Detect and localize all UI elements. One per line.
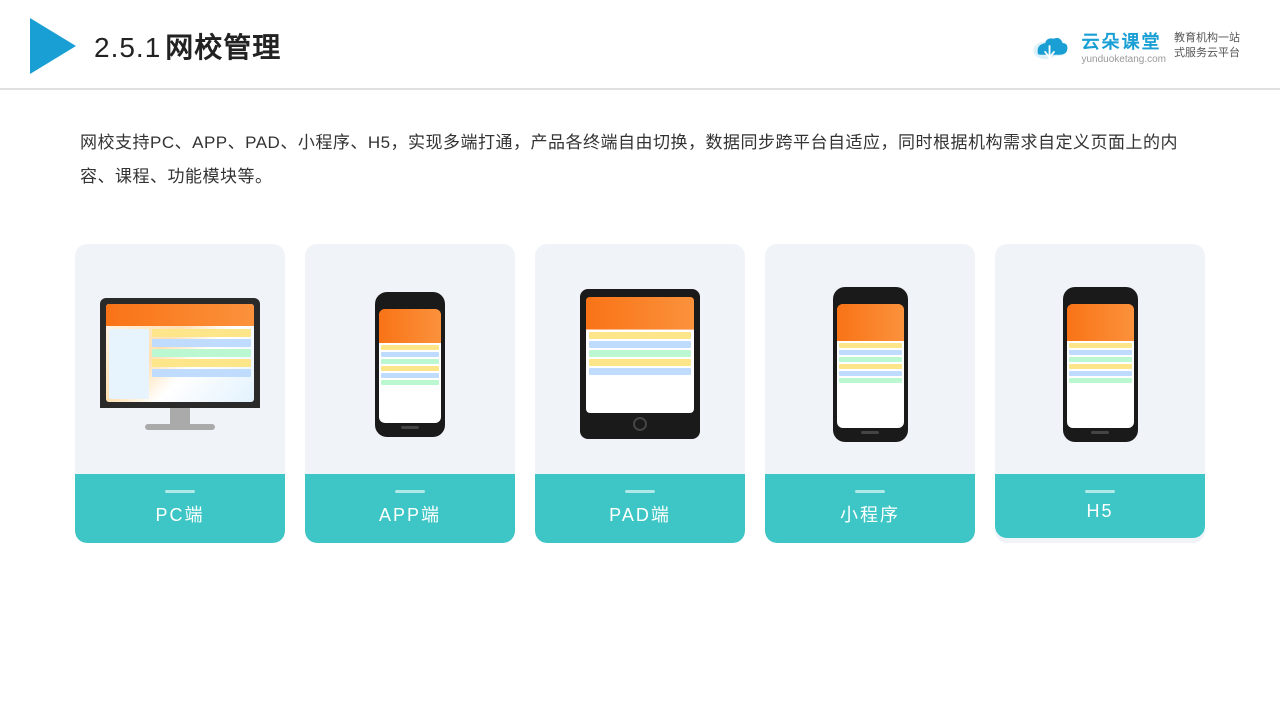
pad-tablet-icon — [580, 289, 700, 439]
pc-label: PC端 — [75, 474, 285, 543]
cloud-icon — [1029, 30, 1073, 62]
h5-phone-icon — [1063, 287, 1138, 442]
pc-image-area — [75, 264, 285, 464]
page-title: 2.5.1网校管理 — [94, 26, 281, 66]
title-text: 网校管理 — [165, 32, 281, 63]
description-text: 网校支持PC、APP、PAD、小程序、H5，实现多端打通，产品各终端自由切换，数… — [0, 90, 1280, 214]
description-paragraph: 网校支持PC、APP、PAD、小程序、H5，实现多端打通，产品各终端自由切换，数… — [80, 126, 1200, 194]
logo-triangle-icon — [30, 18, 76, 74]
header-left: 2.5.1网校管理 — [30, 18, 281, 74]
device-cards-container: PC端 APP端 — [0, 224, 1280, 573]
pad-card: PAD端 — [535, 244, 745, 543]
pad-image-area — [535, 264, 745, 464]
section-number: 2.5.1 — [94, 32, 161, 63]
pc-monitor-icon — [100, 298, 260, 430]
pc-card: PC端 — [75, 244, 285, 543]
h5-label: H5 — [995, 474, 1205, 538]
h5-card: H5 — [995, 244, 1205, 543]
miniapp-label: 小程序 — [765, 474, 975, 543]
brand-url: yunduoketang.com — [1081, 54, 1166, 65]
app-phone-icon — [375, 292, 445, 437]
brand-logo-area: 云朵课堂 yunduoketang.com 教育机构一站 式服务云平台 — [1029, 28, 1240, 65]
brand-name: 云朵课堂 — [1081, 28, 1166, 54]
h5-image-area — [995, 264, 1205, 464]
header: 2.5.1网校管理 云朵课堂 yunduoketang.com 教育机构一站 式… — [0, 0, 1280, 90]
miniapp-image-area — [765, 264, 975, 464]
miniapp-phone-icon — [833, 287, 908, 442]
miniapp-card: 小程序 — [765, 244, 975, 543]
app-image-area — [305, 264, 515, 464]
brand-text: 云朵课堂 yunduoketang.com — [1081, 28, 1166, 65]
app-card: APP端 — [305, 244, 515, 543]
brand-tagline: 教育机构一站 式服务云平台 — [1174, 31, 1240, 62]
pad-label: PAD端 — [535, 474, 745, 543]
brand-logo: 云朵课堂 yunduoketang.com 教育机构一站 式服务云平台 — [1029, 28, 1240, 65]
app-label: APP端 — [305, 474, 515, 543]
